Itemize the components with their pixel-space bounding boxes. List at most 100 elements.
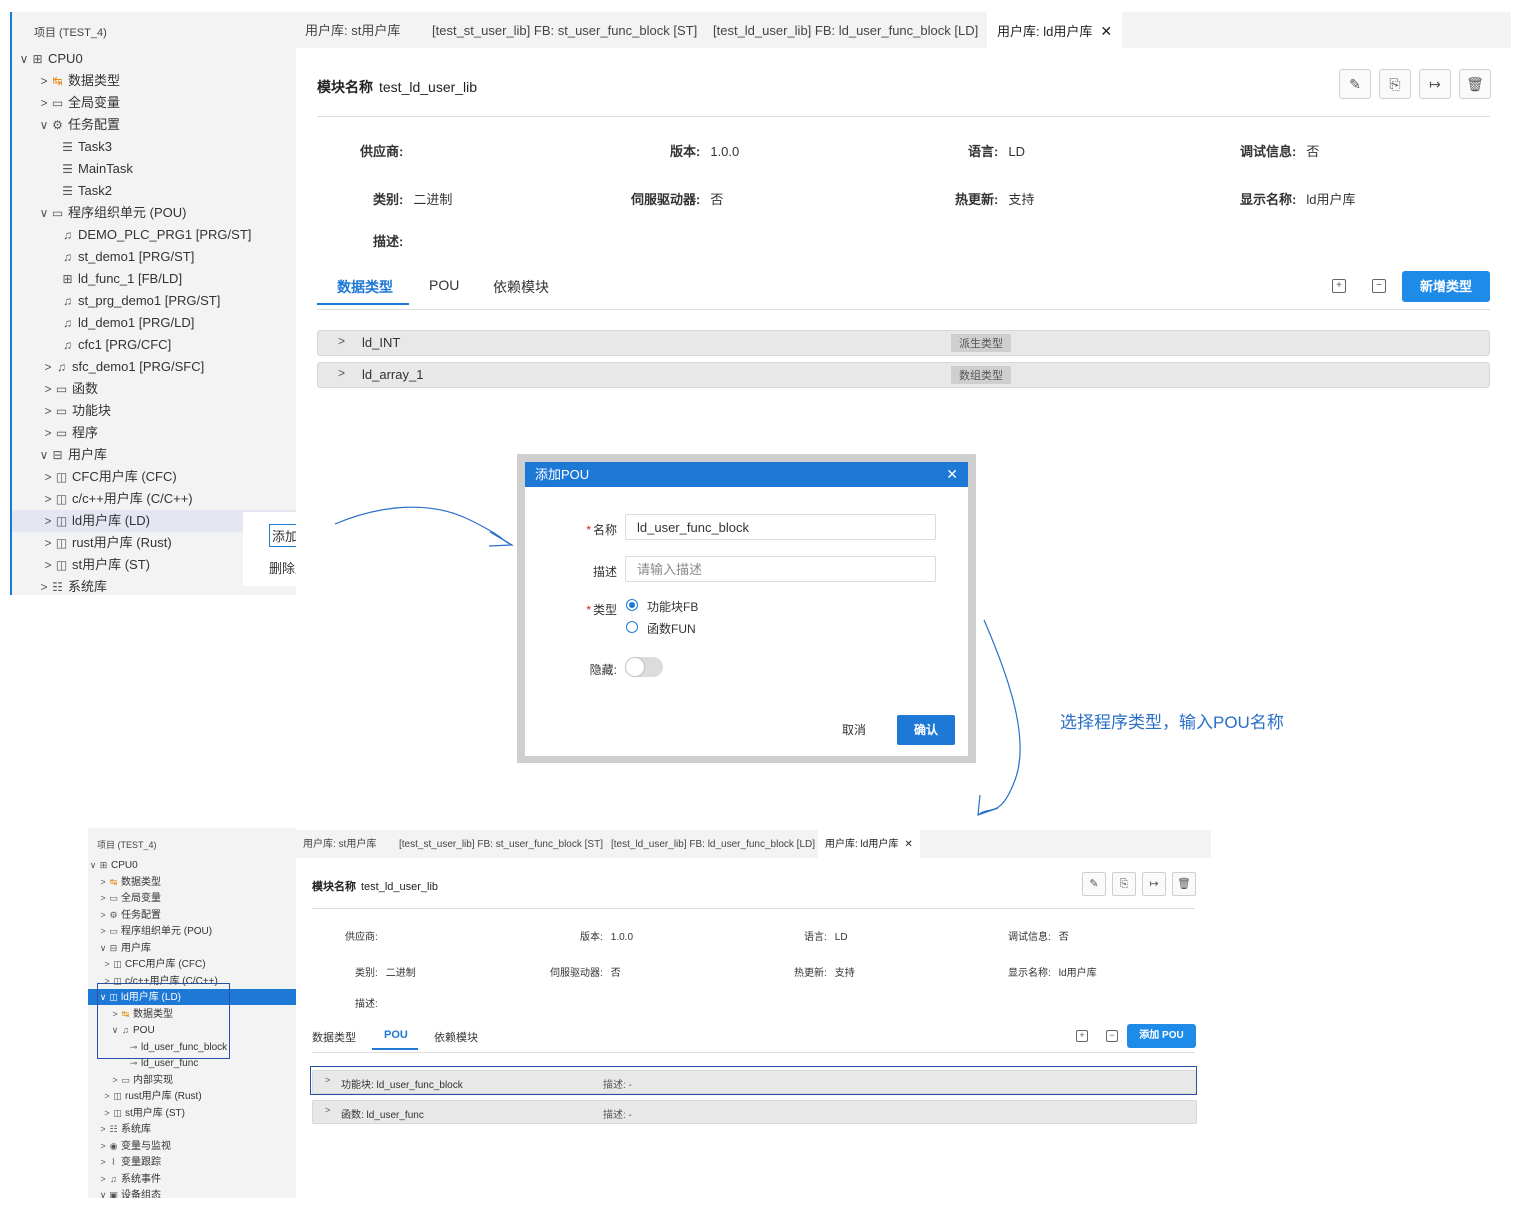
tree-item[interactable]: > ▭ 内部实现 (88, 1072, 296, 1088)
tree-item-label: rust用户库 (Rust) (125, 1091, 202, 1102)
tree-item[interactable]: > ☷ 系统库 (88, 1121, 296, 1137)
name-input[interactable]: ld_user_func_block (625, 514, 936, 540)
info-version: 版本: 1.0.0 (580, 928, 633, 943)
name-label: * 名称 (586, 523, 617, 537)
arrow-head (977, 794, 999, 816)
radio-label: 函数FUN (647, 622, 696, 636)
tree-item[interactable]: > ◉ 变量与监视 (88, 1138, 296, 1154)
pencil-icon: ✎ (1089, 878, 1099, 890)
tab-st-func-block[interactable]: [test_st_user_lib] FB: st_user_func_bloc… (399, 830, 603, 858)
tab-ld-library[interactable]: 用户库: ld用户库 ✕ (818, 830, 920, 858)
dialog-header: 添加POU ✕ (525, 462, 968, 487)
folder-icon: ▭ (121, 1074, 130, 1085)
tree-item-label: 变量跟踪 (121, 1157, 161, 1168)
tree-item[interactable]: > ⌇ 变量跟踪 (88, 1154, 296, 1170)
chevron-right-icon[interactable]: > (98, 923, 108, 939)
datatype-icon: ↹ (109, 876, 118, 887)
tree-item[interactable]: > ▭ 程序组织单元 (POU) (88, 923, 296, 939)
tree-item-label: 设备组态 (121, 1190, 161, 1198)
info-key: 版本: (580, 932, 603, 943)
info-hot-update: 热更新: 支持 (794, 964, 855, 979)
tree-item[interactable]: > ◫ rust用户库 (Rust) (88, 1088, 296, 1104)
info-key: 热更新: (794, 968, 827, 979)
delete-button[interactable]: 🗑 (1172, 872, 1196, 896)
radio-function[interactable] (626, 621, 638, 633)
tree-item-label: CPU0 (111, 860, 138, 871)
tree-item-label: st用户库 (ST) (125, 1107, 185, 1119)
info-key: 类别: (355, 968, 378, 979)
tree-item[interactable]: > ⚙ 任务配置 (88, 907, 296, 923)
tree-item[interactable]: > ◫ st用户库 (ST) (88, 1105, 296, 1121)
active-tab-underline (372, 1048, 418, 1050)
info-value: LD (834, 932, 848, 943)
chevron-right-icon[interactable]: > (98, 890, 108, 906)
chevron-down-icon[interactable]: ∨ (98, 1187, 108, 1198)
radio-function-block[interactable] (626, 599, 638, 611)
expand-all-icon[interactable]: + (1076, 1030, 1088, 1042)
module-label: 模块名称 (312, 881, 356, 893)
description-input[interactable]: 请输入描述 (625, 556, 936, 582)
tree-item-label: 系统事件 (121, 1173, 161, 1185)
divider (312, 908, 1195, 909)
tree-item[interactable]: > ▭ 全局变量 (88, 890, 296, 906)
tab-dependencies[interactable]: 依赖模块 (434, 1029, 478, 1045)
tab-st-library[interactable]: 用户库: st用户库 (303, 830, 376, 858)
archive-icon: ☷ (109, 1124, 118, 1134)
chevron-right-icon[interactable]: > (102, 1088, 112, 1104)
tree-item[interactable]: ∨ ⊞ CPU0 (88, 857, 296, 873)
annotation-text: 选择程序类型，输入POU名称 (1060, 713, 1284, 732)
collapse-all-icon[interactable]: − (1106, 1030, 1118, 1042)
info-value: 支持 (834, 968, 855, 979)
list-item[interactable]: > 函数: ld_user_func 描述: - (312, 1100, 1197, 1124)
tab-label: [test_st_user_lib] FB: st_user_func_bloc… (399, 839, 603, 850)
info-key: 供应商: (345, 932, 378, 943)
module-title: 模块名称 test_ld_user_lib (312, 878, 438, 894)
chevron-right-icon[interactable]: > (110, 1072, 120, 1088)
module-name: test_ld_user_lib (361, 881, 439, 893)
info-servo: 伺服驱动器: 否 (550, 964, 621, 979)
editor-tabbar: 用户库: st用户库 [test_st_user_lib] FB: st_use… (296, 830, 1211, 858)
export-button[interactable]: ↦ (1142, 872, 1166, 896)
add-pou-button[interactable]: 添加 POU (1127, 1024, 1196, 1048)
info-key: 伺服驱动器: (550, 968, 603, 979)
info-description: 描述: (355, 995, 378, 1010)
info-value: 二进制 (385, 968, 416, 979)
chevron-down-icon[interactable]: ∨ (98, 940, 108, 956)
edit-button[interactable]: ✎ (1082, 872, 1106, 896)
chevron-right-icon[interactable]: > (102, 956, 112, 972)
tree-item-label: 任务配置 (121, 909, 161, 921)
tree-item[interactable]: ∨ ⊟ 用户库 (88, 940, 296, 956)
hidden-toggle[interactable] (625, 657, 663, 677)
tree-item-label: 内部实现 (133, 1074, 173, 1086)
tree-item-label: 用户库 (121, 942, 151, 954)
trash-icon: 🗑 (1177, 878, 1191, 890)
tab-datatype[interactable]: 数据类型 (312, 1029, 356, 1045)
close-icon[interactable]: ✕ (946, 462, 958, 487)
chevron-right-icon[interactable]: > (98, 1138, 108, 1154)
tree-item[interactable]: > ↹ 数据类型 (88, 874, 296, 890)
chevron-right-icon[interactable]: > (98, 1154, 108, 1170)
cancel-button[interactable]: 取消 (825, 715, 883, 745)
chevron-right-icon[interactable]: > (102, 1105, 112, 1121)
chevron-down-icon[interactable]: ∨ (88, 857, 98, 873)
device-icon: ▣ (109, 1190, 118, 1198)
close-icon[interactable]: ✕ (904, 839, 912, 850)
cpu-icon: ⊞ (99, 860, 108, 870)
chevron-right-icon[interactable]: > (98, 874, 108, 890)
chart-icon: ⌇ (111, 1157, 116, 1167)
tab-ld-func-block[interactable]: [test_ld_user_lib] FB: ld_user_func_bloc… (611, 830, 815, 858)
import-button[interactable]: ⎘ (1112, 872, 1136, 896)
highlight-box (310, 1066, 1197, 1095)
chevron-right-icon[interactable]: > (98, 1171, 108, 1187)
radio-label: 功能块FB (647, 600, 699, 614)
tree-item[interactable]: > ♫ 系统事件 (88, 1171, 296, 1187)
confirm-button[interactable]: 确认 (897, 715, 955, 745)
description-label: 描述 (592, 565, 617, 579)
chevron-right-icon[interactable]: > (98, 1121, 108, 1137)
eye-icon: ◉ (109, 1140, 118, 1151)
tree-item[interactable]: ∨ ▣ 设备组态 (88, 1187, 296, 1198)
tab-pou[interactable]: POU (384, 1029, 408, 1041)
tree-item[interactable]: > ◫ CFC用户库 (CFC) (88, 956, 296, 972)
chevron-right-icon[interactable]: > (98, 907, 108, 923)
row-description: 描述: - (603, 1110, 632, 1121)
